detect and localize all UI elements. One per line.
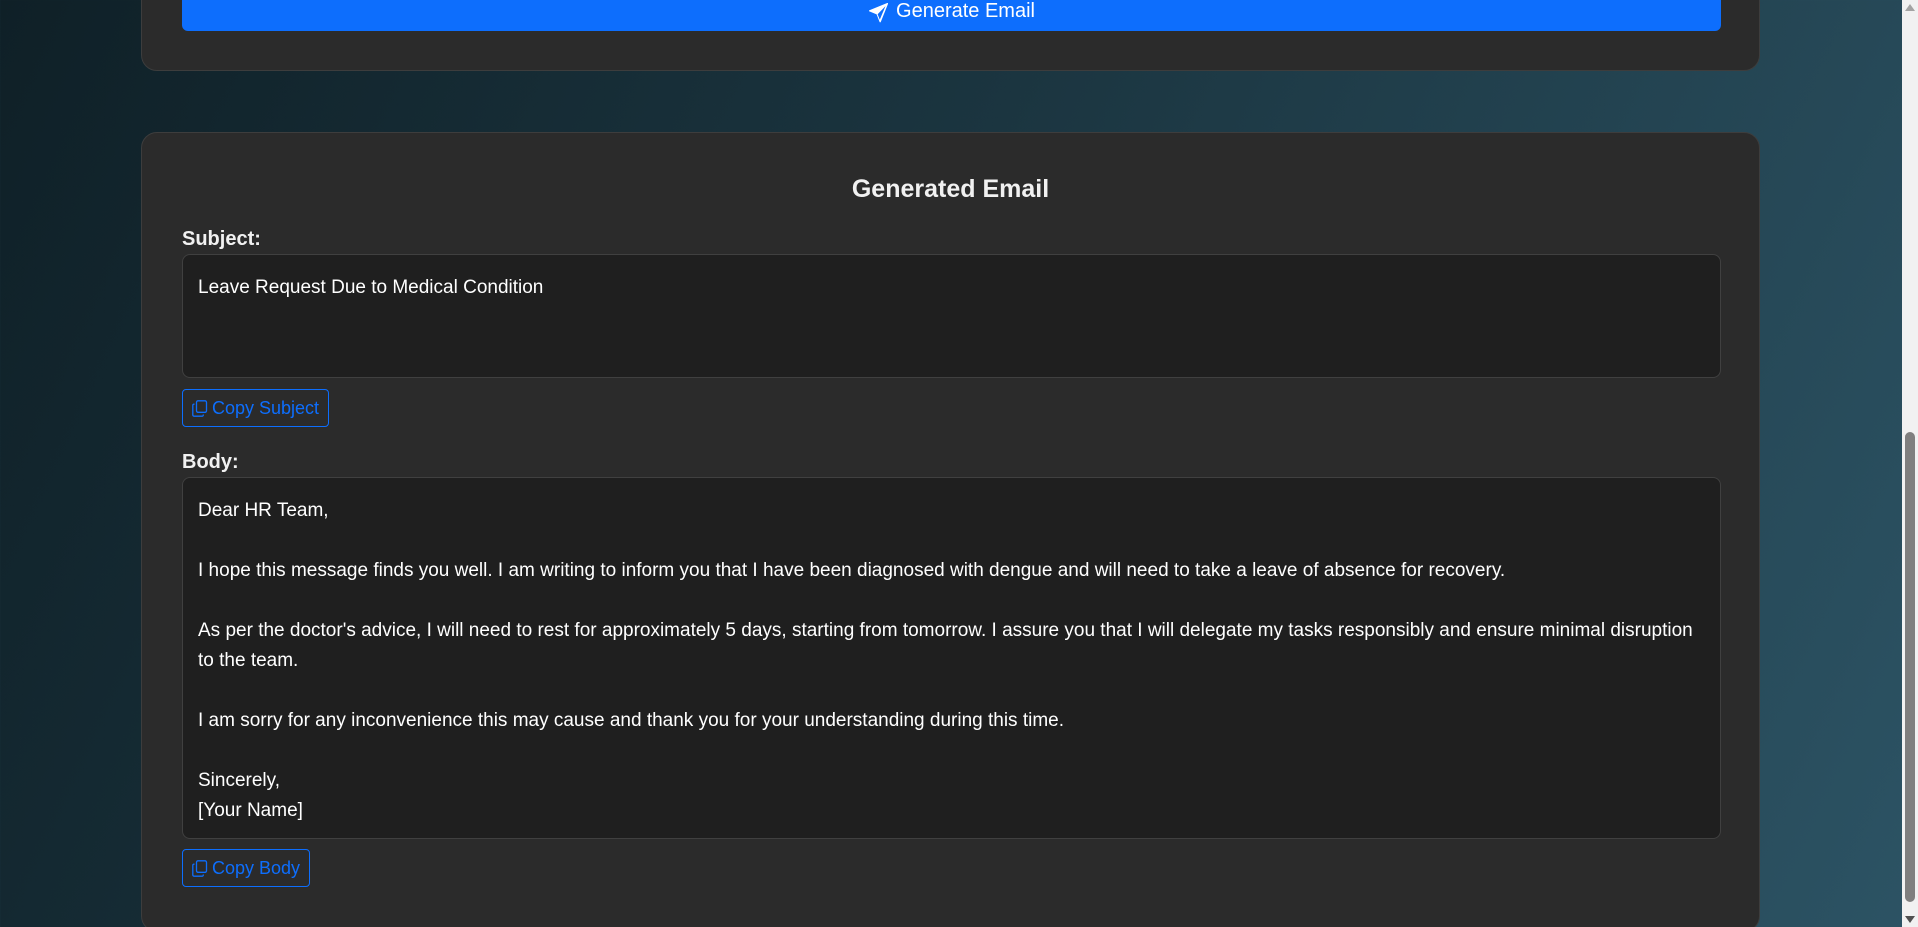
scroll-down-arrow-icon[interactable] (1905, 916, 1915, 923)
copy-icon (192, 399, 208, 417)
form-card: Generate Email (141, 0, 1760, 71)
copy-subject-button[interactable]: Copy Subject (182, 389, 330, 427)
copy-body-button[interactable]: Copy Body (182, 849, 311, 887)
scroll-up-arrow-icon[interactable] (1905, 4, 1915, 11)
body-textarea[interactable]: Dear HR Team, I hope this message finds … (182, 477, 1721, 839)
paper-plane-icon (868, 3, 889, 23)
subject-label: Subject: (182, 228, 261, 250)
copy-subject-label: Copy Subject (212, 397, 320, 418)
scrollbar-thumb[interactable] (1905, 432, 1915, 902)
page-scrollbar[interactable] (1902, 0, 1918, 927)
generated-email-card: Generated Email Subject: Leave Request D… (141, 132, 1760, 927)
body-label: Body: (182, 451, 239, 473)
subject-textarea[interactable]: Leave Request Due to Medical Condition (182, 254, 1721, 378)
copy-icon (192, 859, 208, 877)
copy-body-label: Copy Body (212, 857, 301, 878)
generate-email-label: Generate Email (896, 0, 1035, 22)
generated-email-title: Generated Email (851, 175, 1050, 203)
generate-email-button[interactable]: Generate Email (182, 0, 1721, 31)
